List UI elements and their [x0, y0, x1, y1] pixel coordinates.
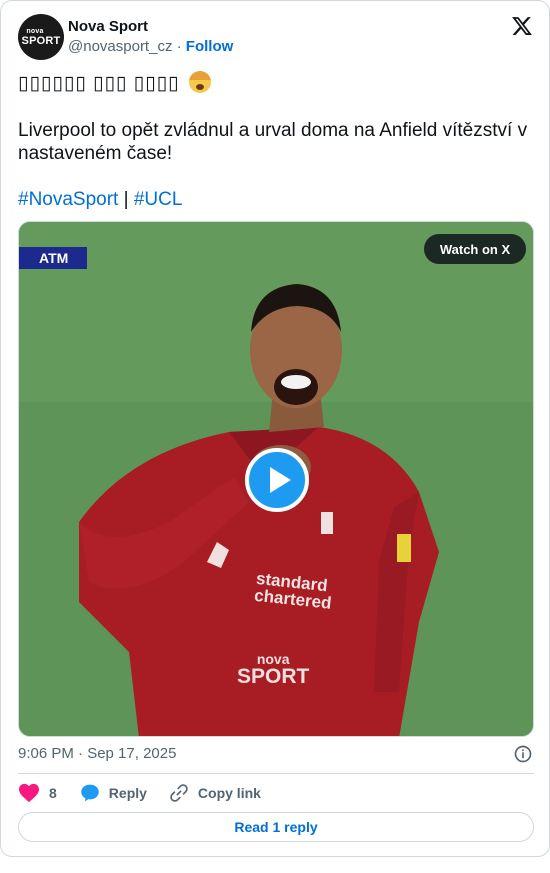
- read-replies-button[interactable]: Read 1 reply: [18, 812, 534, 842]
- action-bar: 8 Reply Copy link: [18, 782, 261, 804]
- author-name[interactable]: Nova Sport: [68, 18, 148, 35]
- timestamp[interactable]: 9:06 PM · Sep 17, 2025: [18, 745, 176, 762]
- handle-separator: ·: [176, 38, 182, 55]
- hashtag-ucl[interactable]: #UCL: [134, 189, 183, 210]
- hashtag-separator: |: [123, 189, 129, 210]
- watch-on-x-button[interactable]: Watch on X: [424, 234, 526, 264]
- link-icon: [170, 784, 188, 802]
- x-logo-icon[interactable]: [511, 15, 533, 37]
- divider: [18, 773, 534, 774]
- avatar-text-top: nova: [26, 27, 44, 35]
- heart-icon: [19, 783, 39, 803]
- reply-label: Reply: [108, 785, 147, 801]
- reply-button[interactable]: Reply: [80, 783, 147, 803]
- copy-link-button[interactable]: Copy link: [169, 783, 261, 803]
- exploding-head-emoji: [188, 71, 211, 93]
- broadcaster-watermark: nova SPORT: [237, 652, 309, 687]
- tweet-card: nova SPORT Nova Sport @novasport_cz · Fo…: [0, 0, 550, 857]
- author-handle[interactable]: @novasport_cz: [68, 38, 172, 55]
- info-icon[interactable]: [513, 744, 533, 764]
- hashtag-novasport[interactable]: #NovaSport: [18, 189, 118, 210]
- play-icon: [269, 467, 291, 493]
- watermark-top: nova: [256, 651, 290, 667]
- like-button[interactable]: 8: [18, 783, 57, 803]
- author-handle-line: @novasport_cz · Follow: [68, 38, 233, 55]
- tweet-body: Liverpool to opět zvládnul a urval doma …: [18, 120, 528, 164]
- follow-link[interactable]: Follow: [186, 38, 234, 55]
- tweet-hashtags: #NovaSport | #UCL: [18, 188, 534, 211]
- reply-bubble-icon: [81, 784, 99, 802]
- unrendered-emoji-text: ▯▯▯▯▯▯ ▯▯▯ ▯▯▯▯: [18, 73, 180, 94]
- avatar[interactable]: nova SPORT: [18, 14, 64, 60]
- watermark-bottom: SPORT: [237, 665, 310, 688]
- tweet-emoji-line: ▯▯▯▯▯▯ ▯▯▯ ▯▯▯▯: [18, 71, 534, 95]
- play-button[interactable]: [245, 448, 309, 512]
- copy-link-label: Copy link: [197, 785, 261, 801]
- like-count: 8: [49, 785, 57, 801]
- avatar-text-bottom: SPORT: [21, 34, 61, 47]
- scoreboard-graphic: ATM: [19, 247, 87, 269]
- video-media[interactable]: ATM Watch on X standard chartered nova S…: [18, 221, 534, 737]
